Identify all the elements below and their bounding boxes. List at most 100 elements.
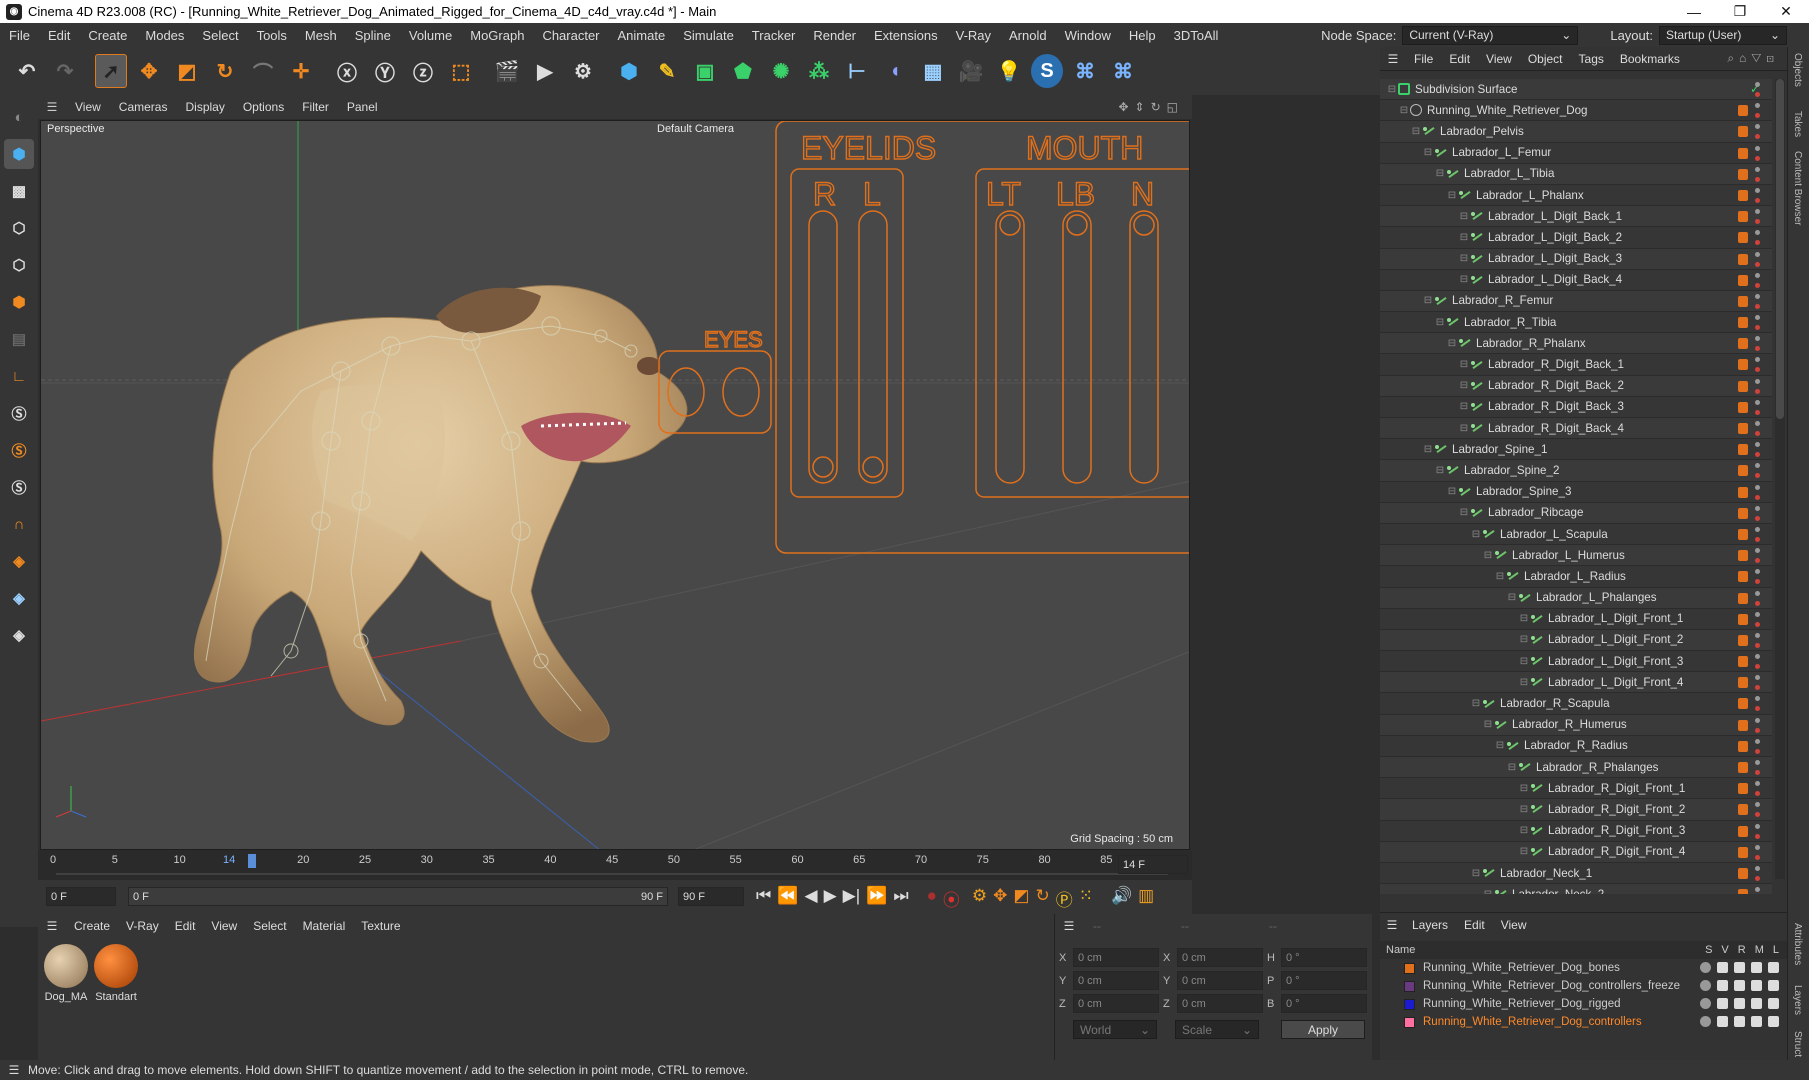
key-pla-icon[interactable]: ⁙: [1079, 886, 1093, 911]
layer-color-tag[interactable]: [1738, 317, 1748, 329]
obj-menu-view[interactable]: View: [1478, 52, 1520, 66]
layer-flags[interactable]: [1700, 962, 1779, 973]
tab-struct[interactable]: Struct: [1792, 1031, 1803, 1057]
timeline-icon[interactable]: ▥: [1138, 886, 1154, 911]
hamburger-icon[interactable]: ☰: [1380, 52, 1406, 66]
coord-value-field[interactable]: 0 cm: [1073, 994, 1159, 1013]
object-row[interactable]: ⊟ Labrador_R_Femur: [1380, 290, 1772, 313]
object-row[interactable]: ⊟ Labrador_Spine_2: [1380, 460, 1772, 482]
layer-color-tag[interactable]: [1738, 783, 1748, 795]
mouth-lt-slider[interactable]: [995, 210, 1025, 484]
tree-toggle-icon[interactable]: ⊟: [1470, 868, 1482, 879]
visibility-dots-icon[interactable]: [1755, 145, 1760, 161]
coord-value-field[interactable]: 0 °: [1281, 971, 1367, 990]
object-row[interactable]: ⊟ Labrador_L_Humerus: [1380, 545, 1772, 567]
visibility-dots-icon[interactable]: [1755, 336, 1760, 352]
layer-color-swatch[interactable]: [1404, 962, 1415, 974]
maximize-icon[interactable]: ❐: [1717, 0, 1763, 23]
apply-button[interactable]: Apply: [1281, 1020, 1365, 1039]
mat-menu-select[interactable]: Select: [245, 919, 294, 933]
main-controller-frame[interactable]: [775, 121, 1190, 554]
tree-toggle-icon[interactable]: ⊟: [1446, 190, 1458, 201]
mouth-lb-knob[interactable]: [1066, 214, 1088, 236]
menu-help[interactable]: Help: [1120, 28, 1165, 43]
tree-toggle-icon[interactable]: ⊟: [1446, 338, 1458, 349]
snap-settings-icon[interactable]: Ⓢ: [4, 435, 34, 465]
object-row[interactable]: ⊟ Labrador_R_Phalanges: [1380, 757, 1772, 779]
tree-toggle-icon[interactable]: ⊟: [1518, 783, 1530, 794]
coord-value-field[interactable]: 0 cm: [1073, 971, 1159, 990]
visibility-dots-icon[interactable]: [1755, 548, 1760, 564]
visibility-dots-icon[interactable]: [1755, 378, 1760, 394]
object-row[interactable]: ⊟ Labrador_L_Phalanx: [1380, 184, 1772, 207]
next-frame-icon[interactable]: ▶|: [843, 886, 861, 911]
visibility-dots-icon[interactable]: [1755, 187, 1760, 203]
menu-animate[interactable]: Animate: [609, 28, 675, 43]
sound-icon[interactable]: 🔊: [1111, 886, 1132, 911]
object-row[interactable]: ⊟ Subdivision Surface ✓: [1380, 79, 1772, 101]
camera-icon[interactable]: 🎥: [955, 54, 987, 88]
hamburger-icon[interactable]: ☰: [0, 1063, 28, 1077]
vp-menu-cameras[interactable]: Cameras: [110, 100, 177, 114]
eye-l-target[interactable]: [722, 367, 760, 417]
visibility-dots-icon[interactable]: [1755, 611, 1760, 627]
tree-toggle-icon[interactable]: ⊟: [1398, 105, 1410, 116]
visibility-dots-icon[interactable]: [1755, 823, 1760, 839]
object-row[interactable]: ⊟ Labrador_Ribcage: [1380, 502, 1772, 524]
current-frame-field[interactable]: 14 F: [1118, 855, 1188, 874]
layer-color-tag[interactable]: [1738, 401, 1748, 413]
cloner-icon[interactable]: ✺: [765, 54, 797, 88]
visibility-dots-icon[interactable]: [1755, 526, 1760, 542]
visibility-dots-icon[interactable]: [1755, 230, 1760, 246]
object-row[interactable]: ⊟ Labrador_L_Digit_Back_3: [1380, 248, 1772, 270]
scrollbar-thumb[interactable]: [1776, 79, 1784, 419]
eyelid-r-slider[interactable]: [808, 210, 838, 484]
tree-toggle-icon[interactable]: ⊟: [1506, 592, 1518, 603]
coord-value-field[interactable]: 0 °: [1281, 994, 1367, 1013]
visibility-dots-icon[interactable]: [1755, 484, 1760, 500]
object-row[interactable]: ⊟ Labrador_R_Tibia: [1380, 312, 1772, 334]
render-icon[interactable]: [1734, 980, 1745, 991]
layer-color-tag[interactable]: [1738, 444, 1748, 456]
visibility-dots-icon[interactable]: [1755, 675, 1760, 691]
solo-icon[interactable]: [1700, 998, 1711, 1009]
goto-end-icon[interactable]: ⏭: [893, 886, 908, 911]
pen-icon[interactable]: ✎: [651, 54, 683, 88]
extrude-icon[interactable]: ⬟: [727, 54, 759, 88]
vp-menu-display[interactable]: Display: [176, 100, 233, 114]
solo-icon[interactable]: [1700, 1016, 1711, 1027]
solo-icon[interactable]: [1700, 962, 1711, 973]
object-row[interactable]: ⊟ Labrador_Neck_2: [1380, 884, 1772, 894]
hamburger-icon[interactable]: ☰: [38, 919, 66, 933]
camera-label[interactable]: Default Camera: [657, 123, 734, 135]
light-icon[interactable]: 💡: [993, 54, 1025, 88]
nodespace-dropdown[interactable]: Current (V-Ray) ⌄: [1402, 25, 1579, 45]
layer-color-tag[interactable]: [1738, 465, 1748, 477]
object-row[interactable]: ⊟ Labrador_L_Digit_Front_4: [1380, 672, 1772, 694]
object-row[interactable]: ⊟ Labrador_R_Scapula: [1380, 693, 1772, 715]
layer-color-swatch[interactable]: [1404, 980, 1415, 992]
layer-color-tag[interactable]: [1738, 486, 1748, 498]
layer-flags[interactable]: [1700, 1016, 1779, 1027]
axis-mode-icon[interactable]: ∟: [4, 361, 34, 391]
layer-color-tag[interactable]: [1738, 507, 1748, 519]
layer-color-tag[interactable]: [1738, 528, 1748, 540]
visibility-dots-icon[interactable]: [1755, 505, 1760, 521]
layer-color-tag[interactable]: [1738, 719, 1748, 731]
play-icon[interactable]: ▶: [824, 886, 837, 911]
tree-toggle-icon[interactable]: ⊟: [1410, 126, 1422, 137]
viewport-canvas[interactable]: EYELIDS MOUTH R L LT LB N EYES: [41, 121, 1190, 850]
layer-color-tag[interactable]: [1738, 592, 1748, 604]
menu-character[interactable]: Character: [533, 28, 608, 43]
visibility-dots-icon[interactable]: [1755, 442, 1760, 458]
vp-menu-options[interactable]: Options: [234, 100, 293, 114]
object-row[interactable]: ⊟ Labrador_L_Digit_Front_3: [1380, 651, 1772, 673]
coord-mode-dropdown[interactable]: Scale ⌄: [1175, 1020, 1259, 1039]
layer-color-tag[interactable]: [1738, 846, 1748, 858]
menu-select[interactable]: Select: [193, 28, 247, 43]
deformer-icon[interactable]: ⊢: [841, 54, 873, 88]
render-settings-icon[interactable]: ⚙: [567, 54, 599, 88]
model-mode-icon[interactable]: ⬢: [4, 139, 34, 169]
material-standart[interactable]: Standart: [94, 944, 138, 1003]
object-row[interactable]: ⊟ Labrador_L_Digit_Back_4: [1380, 269, 1772, 291]
